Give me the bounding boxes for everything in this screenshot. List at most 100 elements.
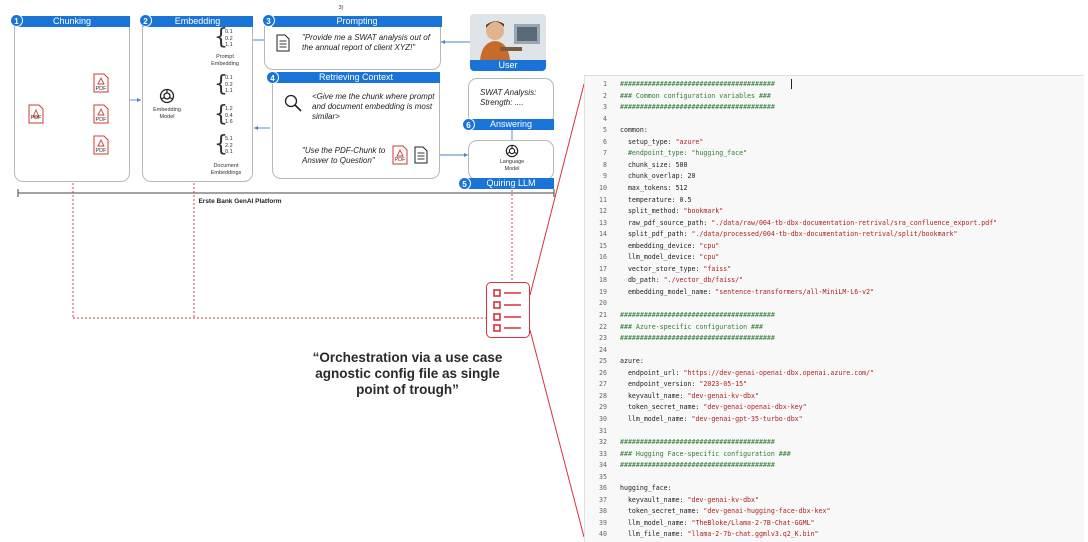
answering-header: Answering — [468, 119, 554, 130]
code-line-number: 21 — [599, 311, 607, 319]
code-line-number: 27 — [599, 380, 607, 389]
config-file-icon — [486, 282, 530, 338]
retrieving-header: Retrieving Context — [272, 72, 440, 83]
code-line-number: 23 — [599, 334, 607, 343]
quiring-header: Quiring LLM — [468, 178, 554, 189]
code-line: llm_model_name: "dev-genai-gpt-35-turbo-… — [620, 414, 803, 423]
step-number-4: 4 — [266, 71, 279, 84]
code-string: "./data/raw/004-tb-dbx-documentation-ret… — [711, 218, 998, 227]
search-icon — [284, 94, 302, 112]
code-line: keyvault_name: "dev-genai-kv-dbx" — [620, 495, 759, 504]
prompting-superscript: 3) — [338, 5, 344, 11]
code-line-number: 40 — [599, 530, 607, 539]
code-line: split_pdf_path: "./data/processed/004-tb… — [620, 230, 958, 239]
code-string: "bookmark" — [683, 207, 724, 216]
document-icon — [276, 34, 290, 52]
code-line-number: 29 — [599, 403, 607, 412]
code-line: endpoint_url: "https://dev-genai-openai-… — [620, 368, 875, 377]
code-line-number: 15 — [599, 241, 607, 250]
code-line-number: 32 — [599, 438, 607, 447]
doc2-vec-0: 1.2 — [225, 106, 233, 112]
code-string: "2023-05-15" — [699, 380, 748, 389]
prompt-vec-2: 1.1 — [225, 42, 233, 48]
orchestration-quote: “Orchestration via a use case agnostic c… — [312, 350, 503, 397]
code-line: temperature: 0.5 — [620, 195, 692, 204]
chunking-box — [14, 18, 130, 182]
code-line-number: 25 — [599, 357, 607, 366]
code-line-number: 24 — [599, 345, 607, 354]
doc3-vec-0: 5.1 — [225, 136, 233, 142]
code-line-number: 4 — [603, 114, 607, 123]
doc-vector-3: 5.1 2.2 0.1 — [225, 136, 233, 156]
code-line-number: 37 — [599, 495, 607, 504]
code-line: raw_pdf_source_path: "./data/raw/004-tb-… — [620, 218, 998, 227]
retrieving-text-1: <Give me the chunk where prompt and docu… — [312, 92, 435, 121]
code-line: ####################################### — [620, 461, 775, 470]
config-code-panel: 1 #######################################… — [584, 75, 1084, 542]
code-line-number: 6 — [603, 137, 607, 146]
doc3-vec-2: 0.1 — [225, 149, 233, 155]
code-line-number: 1 — [603, 80, 607, 88]
code-string: "dev-genai-kv-dbx" — [687, 495, 759, 504]
code-line: chunk_overlap: 20 — [620, 172, 696, 181]
code-line: #endpoint_type: "hugging_face" — [620, 149, 748, 158]
code-line-number: 2 — [603, 91, 607, 100]
pdf-label-chunk-3: PDF — [95, 148, 107, 154]
document-icon-retrieved — [414, 146, 428, 164]
doc-vector-1: 0.1 0.2 1.1 — [225, 75, 233, 95]
embedding-model-label: Embedding Model — [153, 107, 181, 120]
code-line-number: 31 — [599, 426, 607, 435]
code-string: "dev-genai-hugging-face-dbx-kex" — [703, 507, 831, 516]
code-line: vector_store_type: "faiss" — [620, 264, 732, 273]
code-line-number: 19 — [599, 287, 607, 296]
pdf-label-chunk-1: PDF — [95, 86, 107, 92]
code-line-number: 8 — [603, 160, 607, 169]
code-line: max_tokens: 512 — [620, 183, 688, 192]
code-string: "dev-genai-openai-dbx-key" — [703, 403, 807, 412]
step-number-1: 1 — [10, 14, 23, 27]
code-string: "./vector_db/faiss/" — [663, 276, 744, 285]
code-line-number: 28 — [599, 391, 607, 400]
code-string: "sentence-transformers/all-MiniLM-L6-v2" — [715, 287, 875, 296]
code-line: ####################################### — [620, 334, 775, 343]
code-line-number: 18 — [599, 276, 607, 285]
code-line: split_method: "bookmark" — [620, 207, 724, 216]
code-line: endpoint_version: "2023-05-15" — [620, 380, 748, 389]
code-line: llm_file_name: "llama-2-7b-chat.ggmlv3.q… — [620, 530, 819, 539]
code-line: azure: — [620, 357, 644, 366]
code-line-number: 12 — [599, 207, 607, 216]
code-line: ####################################### — [620, 438, 775, 447]
code-line-number: 35 — [599, 472, 607, 481]
step-number-6: 6 — [462, 118, 475, 131]
code-line-number: 9 — [603, 172, 607, 181]
code-line: ####################################### — [620, 103, 775, 112]
step-number-2: 2 — [139, 14, 152, 27]
code-line-number: 30 — [599, 414, 607, 423]
code-line: ### Hugging Face-specific configuration … — [620, 449, 791, 458]
embedding-header: Embedding — [142, 16, 253, 27]
code-line-number: 26 — [599, 368, 607, 377]
code-line-number: 36 — [599, 484, 607, 493]
step-number-3: 3 — [262, 14, 275, 27]
openai-icon-llm — [505, 144, 519, 158]
answering-text: SWAT Analysis: Strength: .... — [480, 88, 537, 107]
code-line: embedding_device: "cpu" — [620, 241, 720, 250]
code-line: common: — [620, 126, 648, 135]
code-line-number: 17 — [599, 264, 607, 273]
code-string: "azure" — [675, 137, 704, 146]
code-line: db_path: "./vector_db/faiss/" — [620, 276, 744, 285]
chunking-header: Chunking — [14, 16, 130, 27]
platform-label: Erste Bank GenAI Platform — [198, 198, 282, 205]
retrieving-text-2: "Use the PDF-Chunk to Answer to Question… — [302, 146, 386, 165]
pdf-label-source: PDF — [30, 115, 42, 121]
code-line: keyvault_name: "dev-genai-kv-dbx" — [620, 391, 759, 400]
pdf-label-chunk-2: PDF — [95, 117, 107, 123]
code-line: llm_model_device: "cpu" — [620, 253, 720, 262]
code-string: "faiss" — [703, 264, 732, 273]
code-string: "dev-genai-gpt-35-turbo-dbx" — [691, 414, 803, 423]
code-string: "cpu" — [699, 253, 720, 262]
code-string: "TheBloke/Llama-2-7B-Chat-GGML" — [691, 518, 815, 527]
llm-label: Language Model — [499, 159, 525, 172]
code-line: ####################################### — [620, 311, 775, 319]
code-string: "cpu" — [699, 241, 720, 250]
